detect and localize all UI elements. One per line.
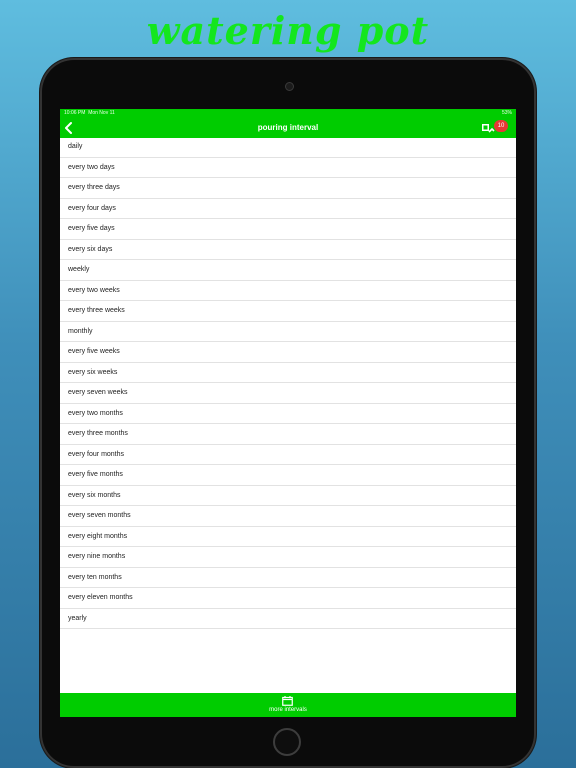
interval-option[interactable]: every two months [60, 404, 516, 424]
calendar-icon [282, 696, 293, 706]
interval-option[interactable]: every eight months [60, 527, 516, 547]
interval-option[interactable]: every ten months [60, 568, 516, 588]
count-badge: 10 [494, 120, 508, 132]
status-bar: 10:06 PM Mon Nov 11 53% [60, 109, 516, 118]
interval-option[interactable]: every two days [60, 158, 516, 178]
page-title: pouring interval [257, 123, 319, 132]
interval-option[interactable]: every nine months [60, 547, 516, 568]
interval-option[interactable]: every five weeks [60, 342, 516, 363]
chevron-left-icon[interactable] [62, 120, 76, 136]
interval-option[interactable]: every seven weeks [60, 383, 516, 404]
interval-option[interactable]: yearly [60, 609, 516, 629]
interval-option[interactable]: every four days [60, 199, 516, 219]
camera-dot [285, 82, 294, 91]
status-battery: 53% [501, 110, 512, 116]
more-intervals-label: more intervals [269, 707, 307, 713]
interval-list: daily every two days every three days every… [60, 137, 516, 629]
interval-option[interactable]: every seven months [60, 506, 516, 527]
more-intervals-bar[interactable]: more intervals [60, 693, 516, 717]
app-title: watering pot [146, 8, 430, 53]
interval-option[interactable]: every six weeks [60, 363, 516, 383]
interval-option[interactable]: every six months [60, 486, 516, 506]
interval-option[interactable]: every five days [60, 219, 516, 240]
nav-bar: pouring interval 10 [60, 118, 516, 138]
interval-option[interactable]: every eleven months [60, 588, 516, 609]
interval-option[interactable]: every five months [60, 465, 516, 486]
interval-option[interactable]: daily [60, 137, 516, 158]
interval-option[interactable]: every two weeks [60, 281, 516, 301]
interval-option[interactable]: weekly [60, 260, 516, 281]
interval-option[interactable]: every six days [60, 240, 516, 260]
status-time: 10:06 PM Mon Nov 11 [64, 110, 115, 116]
interval-option[interactable]: every three weeks [60, 301, 516, 322]
app-screen: 10:06 PM Mon Nov 11 53% pouring interval… [60, 109, 516, 717]
interval-option[interactable]: every three days [60, 178, 516, 199]
interval-option[interactable]: every four months [60, 445, 516, 465]
home-button[interactable] [273, 728, 301, 756]
interval-option[interactable]: every three months [60, 424, 516, 445]
interval-option[interactable]: monthly [60, 322, 516, 342]
